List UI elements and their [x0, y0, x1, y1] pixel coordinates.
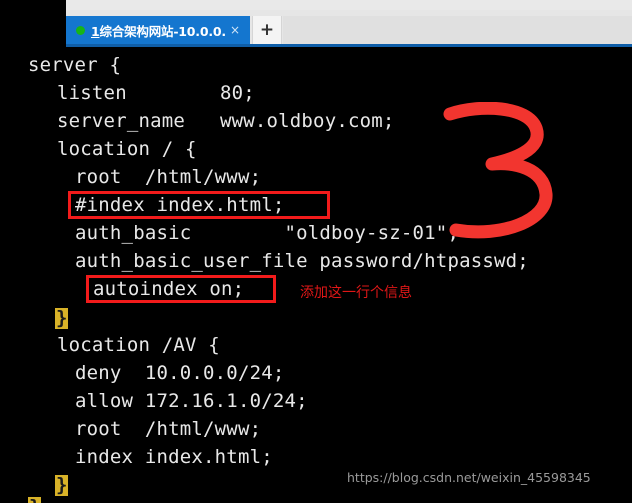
config-line: location / { — [57, 138, 197, 160]
annotation-box-index-line — [68, 191, 330, 219]
tab-title-host: -10.0.0.7 — [173, 23, 226, 39]
config-line: server { — [28, 54, 122, 76]
annotation-hand-mark-3 — [440, 101, 560, 242]
tab-title-cn: 综合架构网站 — [99, 23, 174, 39]
screenshot-root: 1综合架构网站-10.0.0.7 × + server { listen 80;… — [0, 0, 632, 503]
annotation-note: 添加这一行个信息 — [300, 285, 412, 301]
tab-active-session[interactable]: 1综合架构网站-10.0.0.7 × — [66, 16, 250, 44]
brace-highlight: } — [55, 474, 69, 496]
watermark-url: https://blog.csdn.net/weixin_45598345 — [347, 470, 591, 485]
config-line: allow 172.16.1.0/24; — [75, 390, 308, 412]
brace-highlight: } — [55, 307, 69, 329]
config-line: listen 80; — [57, 82, 255, 104]
tab-bar-accent-underline — [66, 44, 632, 47]
config-line: index index.html; — [75, 446, 273, 468]
config-line: auth_basic "oldboy-sz-01"; — [75, 222, 460, 244]
new-tab-button[interactable]: + — [252, 16, 282, 44]
tab-bar-empty-area[interactable] — [283, 16, 632, 44]
brace-highlight: } — [28, 497, 42, 503]
config-line: location /AV { — [57, 334, 220, 356]
tab-bar: 1综合架构网站-10.0.0.7 × + — [0, 10, 632, 50]
config-line: root /html/www; — [75, 418, 262, 440]
annotation-box-autoindex-line — [86, 275, 276, 303]
connection-status-dot — [76, 25, 85, 35]
config-line: auth_basic_user_file password/htpasswd; — [75, 250, 529, 272]
terminal-output[interactable]: server { listen 80; server_name www.oldb… — [0, 50, 632, 503]
config-line: server_name www.oldboy.com; — [57, 110, 395, 132]
config-line: deny 10.0.0.0/24; — [75, 362, 285, 384]
config-line: root /html/www; — [75, 166, 262, 188]
close-icon[interactable]: × — [226, 23, 244, 37]
tab-title-number: 1 — [91, 23, 100, 39]
tab-title: 1综合架构网站-10.0.0.7 — [91, 21, 226, 40]
